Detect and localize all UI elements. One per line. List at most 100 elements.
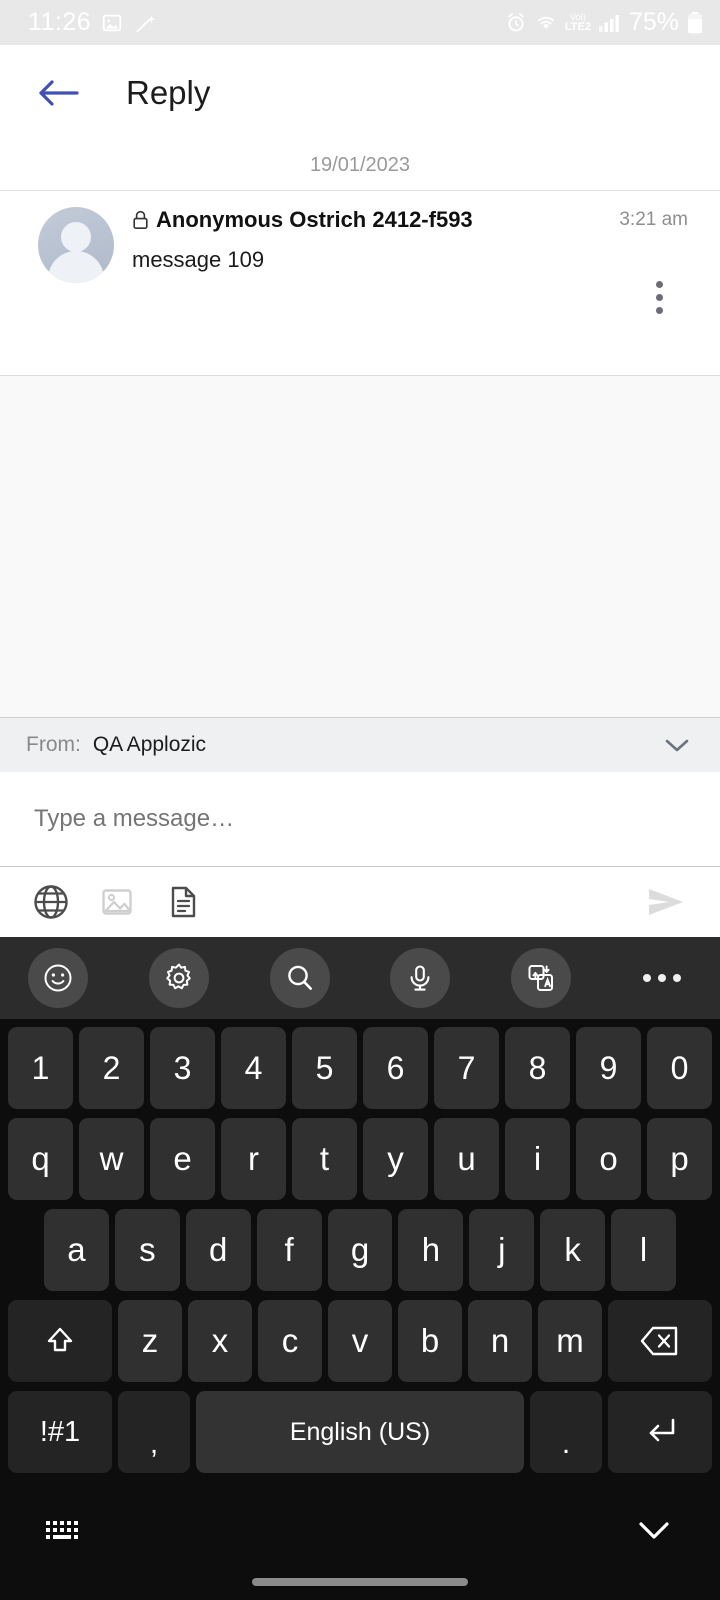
from-value: QA Applozic — [92, 733, 207, 756]
key-e[interactable]: e — [150, 1118, 215, 1200]
comma-key[interactable]: , — [118, 1391, 190, 1473]
key-3[interactable]: 3 — [150, 1027, 215, 1109]
key-2[interactable]: 2 — [79, 1027, 144, 1109]
message-sender: Anonymous Ostrich 2412-f593 — [156, 207, 473, 232]
more-dot — [672, 974, 681, 982]
space-key[interactable]: English (US) — [196, 1391, 524, 1473]
lock-icon — [132, 210, 149, 230]
status-bar-left: 11:26 — [28, 8, 156, 37]
avatar-head-shape — [61, 222, 91, 252]
back-arrow-icon — [39, 79, 79, 106]
gesture-pill — [252, 1578, 468, 1586]
document-icon[interactable] — [150, 872, 216, 932]
key-g[interactable]: g — [327, 1209, 393, 1291]
shift-arrow-icon — [47, 1327, 73, 1352]
navigation-gesture-bar[interactable] — [0, 1578, 720, 1600]
key-m[interactable]: m — [538, 1300, 602, 1382]
key-v[interactable]: v — [328, 1300, 392, 1382]
translate-icon[interactable] — [511, 948, 572, 1008]
keyboard-bottom-bar — [0, 1482, 720, 1578]
message-input[interactable] — [34, 805, 686, 833]
key-s[interactable]: s — [114, 1209, 180, 1291]
settings-gear-icon[interactable] — [148, 948, 209, 1008]
key-t[interactable]: t — [292, 1118, 357, 1200]
status-bar-right: VoI) LTE2 75% — [505, 8, 704, 37]
key-1[interactable]: 1 — [8, 1027, 73, 1109]
key-z[interactable]: z — [118, 1300, 182, 1382]
magic-wand-icon — [136, 15, 156, 32]
key-5[interactable]: 5 — [292, 1027, 357, 1109]
key-4[interactable]: 4 — [221, 1027, 286, 1109]
network-type-indicator: VoI) LTE2 — [564, 11, 591, 33]
keyboard-row-home: a s d f g h j k l — [5, 1209, 715, 1291]
symbols-key[interactable]: !#1 — [8, 1391, 112, 1473]
back-button[interactable] — [32, 67, 84, 119]
keyboard-rows: 1 2 3 4 5 6 7 8 9 0 q w e r t y u i o p … — [0, 1019, 720, 1473]
key-p[interactable]: p — [647, 1118, 712, 1200]
period-key[interactable]: . — [530, 1391, 602, 1473]
key-o[interactable]: o — [576, 1118, 641, 1200]
keyboard-row-bottom-letters: z x c v b n m — [5, 1300, 715, 1382]
key-b[interactable]: b — [398, 1300, 462, 1382]
avatar-body-shape — [48, 251, 104, 283]
key-d[interactable]: d — [185, 1209, 251, 1291]
emoji-icon[interactable] — [28, 948, 88, 1008]
key-u[interactable]: u — [434, 1118, 499, 1200]
conversation-empty-area — [0, 376, 720, 717]
key-q[interactable]: q — [8, 1118, 73, 1200]
battery-icon — [688, 11, 702, 33]
message-item[interactable]: Anonymous Ostrich 2412-f593 3:21 am mess… — [0, 190, 720, 376]
from-selector[interactable]: From: QA Applozic — [0, 717, 720, 772]
menu-dot — [655, 280, 663, 288]
key-7[interactable]: 7 — [434, 1027, 499, 1109]
key-a[interactable]: a — [44, 1209, 109, 1291]
key-y[interactable]: y — [363, 1118, 428, 1200]
key-i[interactable]: i — [505, 1118, 570, 1200]
app-header: Reply — [0, 45, 720, 140]
key-0[interactable]: 0 — [647, 1027, 712, 1109]
key-r[interactable]: r — [221, 1118, 286, 1200]
message-composer[interactable] — [0, 772, 720, 866]
enter-key[interactable] — [608, 1391, 712, 1473]
key-h[interactable]: h — [398, 1209, 464, 1291]
enter-return-icon — [649, 1418, 675, 1442]
keyboard-row-top: q w e r t y u i o p — [5, 1118, 715, 1200]
message-text: message 109 — [132, 247, 265, 272]
alarm-icon — [508, 12, 524, 31]
message-body: Anonymous Ostrich 2412-f593 3:21 am mess… — [114, 207, 720, 283]
more-horizontal-icon[interactable] — [632, 948, 692, 1008]
more-dot — [642, 974, 651, 982]
keyboard-switch-icon[interactable] — [44, 1515, 86, 1545]
attachment-toolbar — [0, 866, 720, 937]
send-icon — [649, 889, 683, 915]
key-8[interactable]: 8 — [505, 1027, 570, 1109]
key-n[interactable]: n — [468, 1300, 532, 1382]
from-label: From: — [26, 733, 81, 756]
shift-key[interactable] — [8, 1300, 112, 1382]
key-x[interactable]: x — [188, 1300, 252, 1382]
status-time: 11:26 — [28, 8, 92, 36]
search-icon[interactable] — [269, 948, 330, 1008]
key-6[interactable]: 6 — [363, 1027, 428, 1109]
battery-percent: 75% — [628, 8, 679, 36]
app-root: 11:26 VoI) LTE2 75% Reply 19/01/2023 Ano… — [0, 0, 720, 1600]
globe-icon[interactable] — [18, 872, 84, 932]
key-9[interactable]: 9 — [576, 1027, 641, 1109]
backspace-key[interactable] — [608, 1300, 712, 1382]
key-j[interactable]: j — [469, 1209, 535, 1291]
chevron-down-icon[interactable] — [662, 735, 692, 755]
overflow-menu-icon[interactable] — [642, 273, 676, 321]
status-bar: 11:26 VoI) LTE2 75% — [0, 0, 720, 45]
key-k[interactable]: k — [540, 1209, 606, 1291]
hide-keyboard-button[interactable] — [632, 1515, 676, 1545]
wifi-icon — [537, 16, 554, 29]
key-w[interactable]: w — [79, 1118, 144, 1200]
send-button[interactable] — [636, 872, 696, 932]
microphone-icon[interactable] — [390, 948, 451, 1008]
keyboard-toolbar — [0, 937, 720, 1019]
backspace-icon — [640, 1326, 678, 1356]
key-c[interactable]: c — [258, 1300, 322, 1382]
key-f[interactable]: f — [256, 1209, 322, 1291]
image-icon[interactable] — [84, 872, 150, 932]
key-l[interactable]: l — [611, 1209, 677, 1291]
